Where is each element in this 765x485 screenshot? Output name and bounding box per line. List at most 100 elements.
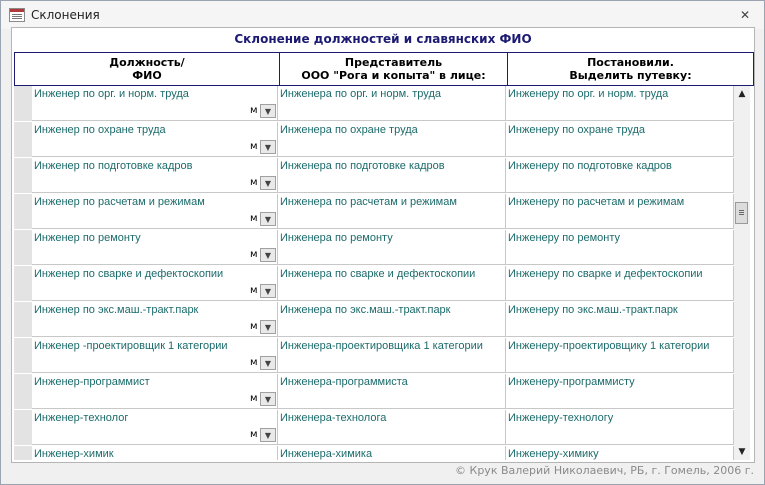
form-icon: [9, 8, 25, 22]
position-text: Инженер-химик: [34, 448, 114, 460]
vertical-scrollbar[interactable]: ▲ ▼: [734, 86, 750, 460]
close-button[interactable]: ✕: [736, 7, 754, 23]
genitive-text: Инженера по сварке и дефектоскопии: [280, 268, 476, 280]
position-text: Инженер-технолог: [34, 412, 129, 424]
table-row: Инженер по расчетам и режимам м ▼ Инжене…: [14, 194, 734, 230]
record-selector[interactable]: [14, 86, 32, 122]
genitive-text: Инженера по экс.маш.-тракт.парк: [280, 304, 451, 316]
chevron-down-icon: ▼: [264, 250, 272, 260]
table-row: Инженер-программист м ▼ Инженера-програм…: [14, 374, 734, 410]
chevron-down-icon: ▼: [264, 430, 272, 440]
position-field[interactable]: Инженер по охране труда: [32, 122, 278, 157]
record-selector[interactable]: [14, 302, 32, 338]
record-selector[interactable]: [14, 122, 32, 158]
gender-dropdown-button[interactable]: ▼: [260, 392, 276, 406]
position-field[interactable]: Инженер по сварке и дефектоскопии: [32, 266, 278, 301]
record-selector[interactable]: [14, 230, 32, 266]
genitive-field[interactable]: Инженера по орг. и норм. труда: [278, 86, 506, 121]
column-header-row: Должность/ ФИО Представитель ООО "Рога и…: [14, 52, 754, 86]
genitive-field[interactable]: Инженера по расчетам и режимам: [278, 194, 506, 229]
dative-field[interactable]: Инженеру-химику: [506, 446, 734, 460]
genitive-text: Инженера-химика: [280, 448, 373, 460]
position-field[interactable]: Инженер по ремонту: [32, 230, 278, 265]
gender-value: м: [250, 393, 258, 404]
scroll-up-button[interactable]: ▲: [734, 86, 750, 102]
gender-dropdown-button[interactable]: ▼: [260, 248, 276, 262]
title-bar: Склонения ✕: [1, 1, 764, 29]
gender-dropdown-button[interactable]: ▼: [260, 356, 276, 370]
genitive-field[interactable]: Инженера по ремонту: [278, 230, 506, 265]
chevron-down-icon: ▼: [264, 178, 272, 188]
gender-value: м: [250, 357, 258, 368]
scroll-down-button[interactable]: ▼: [734, 444, 750, 460]
dative-text: Инженеру по ремонту: [508, 232, 620, 244]
genitive-field[interactable]: Инженера по охране труда: [278, 122, 506, 157]
dative-text: Инженеру-проектировщику 1 категории: [508, 340, 710, 352]
position-field[interactable]: Инженер по подготовке кадров: [32, 158, 278, 193]
dative-field[interactable]: Инженеру по подготовке кадров: [506, 158, 734, 193]
table-row: Инженер по подготовке кадров м ▼ Инженер…: [14, 158, 734, 194]
genitive-text: Инженера по орг. и норм. труда: [280, 88, 441, 100]
dative-field[interactable]: Инженеру-программисту: [506, 374, 734, 409]
record-selector[interactable]: [14, 410, 32, 446]
genitive-text: Инженера по охране труда: [280, 124, 418, 136]
record-selector[interactable]: [14, 338, 32, 374]
genitive-field[interactable]: Инженера-проектировщика 1 категории: [278, 338, 506, 373]
position-text: Инженер по сварке и дефектоскопии: [34, 268, 224, 280]
position-text: Инженер по ремонту: [34, 232, 141, 244]
column-header-resolution: Постановили. Выделить путевку:: [508, 53, 753, 85]
position-field[interactable]: Инженер по экс.маш.-тракт.парк: [32, 302, 278, 337]
gender-dropdown-button[interactable]: ▼: [260, 176, 276, 190]
dative-field[interactable]: Инженеру-технологу: [506, 410, 734, 445]
gender-value: м: [250, 321, 258, 332]
record-selector[interactable]: [14, 374, 32, 410]
position-text: Инженер по экс.маш.-тракт.парк: [34, 304, 199, 316]
gender-dropdown-button[interactable]: ▼: [260, 284, 276, 298]
genitive-field[interactable]: Инженера по экс.маш.-тракт.парк: [278, 302, 506, 337]
dative-field[interactable]: Инженеру по орг. и норм. труда: [506, 86, 734, 121]
chevron-down-icon: ▼: [264, 322, 272, 332]
dative-field[interactable]: Инженеру по расчетам и режимам: [506, 194, 734, 229]
position-field[interactable]: Инженер по орг. и норм. труда: [32, 86, 278, 121]
dative-text: Инженеру-программисту: [508, 376, 635, 388]
gender-dropdown-button[interactable]: ▼: [260, 140, 276, 154]
dative-field[interactable]: Инженеру по ремонту: [506, 230, 734, 265]
record-selector[interactable]: [14, 158, 32, 194]
dative-field[interactable]: Инженеру-проектировщику 1 категории: [506, 338, 734, 373]
position-field[interactable]: Инженер-химик: [32, 446, 278, 460]
position-field[interactable]: Инженер -проектировщик 1 категории: [32, 338, 278, 373]
gender-dropdown-button[interactable]: ▼: [260, 320, 276, 334]
chevron-down-icon: ▼: [264, 358, 272, 368]
table-row: Инженер-технолог м ▼ Инженера-технолога …: [14, 410, 734, 446]
scroll-thumb[interactable]: [735, 202, 748, 224]
header-line: Постановили.: [587, 56, 674, 69]
chevron-down-icon: ▼: [264, 214, 272, 224]
column-header-representative: Представитель ООО "Рога и копыта" в лице…: [280, 53, 508, 85]
gender-value: м: [250, 177, 258, 188]
record-selector[interactable]: [14, 266, 32, 302]
position-text: Инженер по подготовке кадров: [34, 160, 193, 172]
dative-field[interactable]: Инженеру по охране труда: [506, 122, 734, 157]
genitive-field[interactable]: Инженера по подготовке кадров: [278, 158, 506, 193]
table-row: Инженер-химик Инженера-химика Инженеру-х…: [14, 446, 734, 460]
gender-dropdown-button[interactable]: ▼: [260, 104, 276, 118]
gender-dropdown-button[interactable]: ▼: [260, 212, 276, 226]
header-line: ООО "Рога и копыта" в лице:: [301, 69, 486, 82]
record-selector[interactable]: [14, 194, 32, 230]
position-field[interactable]: Инженер-технолог: [32, 410, 278, 445]
gender-value: м: [250, 249, 258, 260]
genitive-field[interactable]: Инженера по сварке и дефектоскопии: [278, 266, 506, 301]
dative-field[interactable]: Инженеру по сварке и дефектоскопии: [506, 266, 734, 301]
dative-field[interactable]: Инженеру по экс.маш.-тракт.парк: [506, 302, 734, 337]
header-line: ФИО: [132, 69, 162, 82]
genitive-field[interactable]: Инженера-программиста: [278, 374, 506, 409]
genitive-field[interactable]: Инженера-технолога: [278, 410, 506, 445]
record-selector[interactable]: [14, 446, 32, 460]
position-field[interactable]: Инженер-программист: [32, 374, 278, 409]
genitive-field[interactable]: Инженера-химика: [278, 446, 506, 460]
table-row: Инженер по сварке и дефектоскопии м ▼ Ин…: [14, 266, 734, 302]
position-field[interactable]: Инженер по расчетам и режимам: [32, 194, 278, 229]
gender-dropdown-button[interactable]: ▼: [260, 428, 276, 442]
table-row: Инженер по экс.маш.-тракт.парк м ▼ Инжен…: [14, 302, 734, 338]
table-row: Инженер по ремонту м ▼ Инженера по ремон…: [14, 230, 734, 266]
